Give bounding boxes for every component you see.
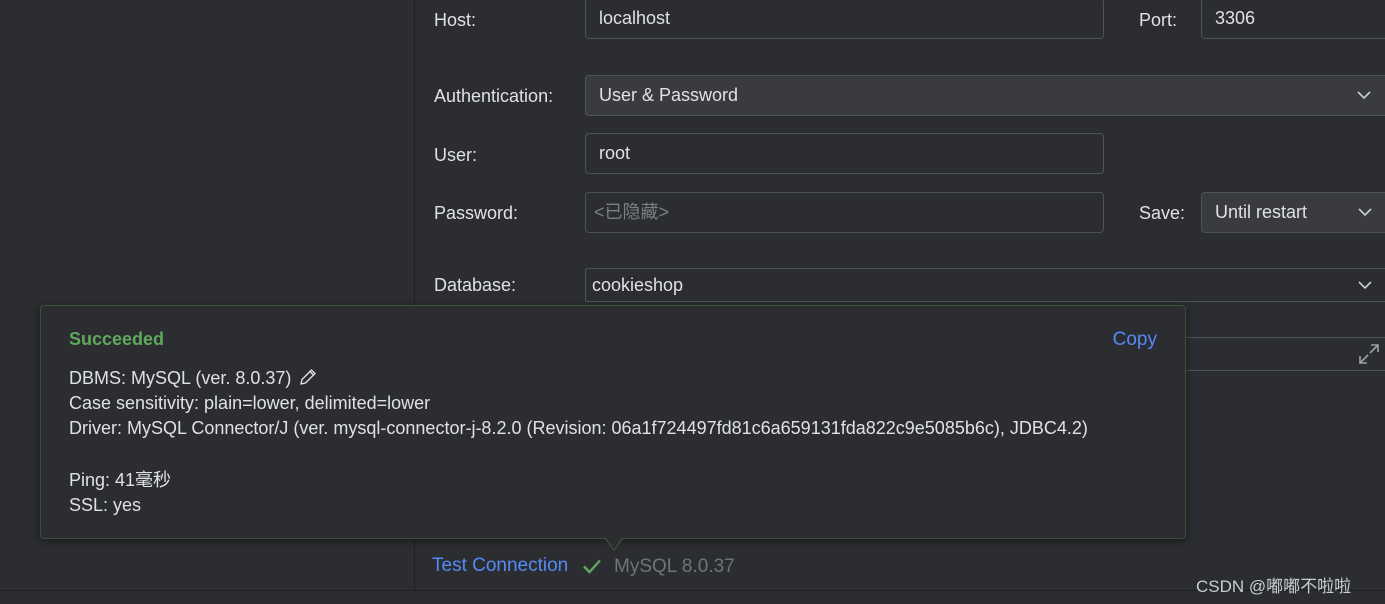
password-label: Password: [434, 203, 519, 223]
authentication-select[interactable]: User & Password [585, 75, 1385, 116]
database-label: Database: [434, 275, 517, 295]
ping-info: Ping: 41毫秒 [69, 470, 172, 490]
port-label: Port: [1139, 10, 1178, 30]
database-select[interactable]: cookieshop [585, 268, 1385, 302]
user-input[interactable]: root [585, 133, 1104, 174]
save-label: Save: [1139, 203, 1186, 223]
watermark: CSDN @嘟嘟不啦啦 [1196, 577, 1352, 596]
dbms-info: DBMS: MySQL (ver. 8.0.37) [69, 367, 318, 392]
dbms-text: DBMS: MySQL (ver. 8.0.37) [69, 368, 292, 388]
authentication-label: Authentication: [434, 86, 554, 106]
case-sensitivity-info: Case sensitivity: plain=lower, delimited… [69, 393, 431, 413]
expand-icon[interactable] [1356, 341, 1382, 367]
host-input[interactable]: localhost [585, 0, 1104, 39]
database-value: cookieshop [592, 275, 684, 295]
chevron-down-icon [1350, 193, 1380, 232]
bottom-border [0, 590, 1385, 604]
save-select[interactable]: Until restart [1201, 192, 1385, 233]
result-title: Succeeded [69, 329, 165, 349]
host-label: Host: [434, 10, 477, 30]
pencil-icon[interactable] [298, 367, 318, 392]
checkmark-icon [582, 556, 602, 581]
chevron-down-icon [1350, 269, 1380, 301]
test-connection-result-popup: Succeeded Copy DBMS: MySQL (ver. 8.0.37)… [40, 305, 1186, 539]
driver-info: Driver: MySQL Connector/J (ver. mysql-co… [69, 418, 1088, 438]
chevron-down-icon [1349, 76, 1379, 115]
test-connection-link[interactable]: Test Connection [432, 555, 568, 577]
popup-pointer-inner [606, 538, 622, 549]
server-version-text: MySQL 8.0.37 [614, 556, 735, 577]
port-input[interactable]: 3306 [1201, 0, 1385, 39]
user-label: User: [434, 145, 478, 165]
copy-link[interactable]: Copy [1113, 329, 1157, 351]
authentication-value: User & Password [599, 85, 739, 105]
password-input[interactable]: <已隐藏> [585, 192, 1104, 233]
ssl-info: SSL: yes [69, 495, 142, 515]
save-value: Until restart [1215, 202, 1308, 222]
